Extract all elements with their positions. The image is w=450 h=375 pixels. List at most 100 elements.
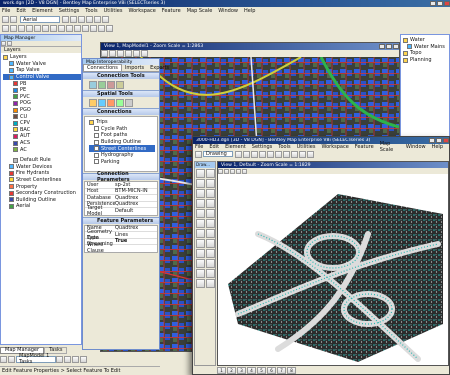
surface-icon[interactable]: [196, 279, 205, 288]
line-style-icon[interactable]: [70, 16, 77, 23]
view-4-button[interactable]: 4: [247, 367, 256, 374]
zoom-out-icon[interactable]: [109, 50, 116, 57]
delete-icon[interactable]: [196, 259, 205, 268]
tree-item-aerial[interactable]: Aerial: [3, 203, 81, 210]
extend-icon[interactable]: [206, 249, 215, 258]
tree-item-control-valve[interactable]: Control Valve: [3, 73, 81, 81]
tree-item-street-centerlines[interactable]: Street Centerlines: [3, 177, 81, 184]
checkbox-icon[interactable]: [94, 132, 99, 138]
menu-help[interactable]: Help: [432, 144, 443, 150]
db-new-icon[interactable]: [98, 80, 106, 89]
fence-icon[interactable]: [89, 98, 97, 107]
copy-element-icon[interactable]: [196, 229, 205, 238]
dimension-icon[interactable]: [206, 209, 215, 218]
snap-icon[interactable]: [82, 25, 89, 32]
model-select[interactable]: MapModel 1 Tasks: [16, 353, 56, 365]
tree-item-topo[interactable]: Topo: [403, 50, 447, 57]
level-dropdown[interactable]: Aerial: [20, 16, 60, 23]
db-connect-icon[interactable]: [89, 80, 97, 89]
menu-tools[interactable]: Tools: [85, 8, 97, 14]
zoom-in-icon[interactable]: [101, 50, 108, 57]
priority-icon[interactable]: [94, 16, 101, 23]
tree-item-cycle-path[interactable]: Cycle Path: [89, 126, 155, 133]
class-icon[interactable]: [102, 16, 109, 23]
tree-item-water-devices[interactable]: Water Devices: [3, 164, 81, 171]
param-value[interactable]: Quadtrex: [115, 225, 138, 231]
move-icon[interactable]: [206, 219, 215, 228]
view-2-button[interactable]: 2: [227, 367, 236, 374]
section-connections[interactable]: Connections: [83, 108, 159, 115]
fit-view-icon[interactable]: [230, 168, 235, 174]
pan-view-icon[interactable]: [141, 50, 148, 57]
tree-item-water[interactable]: Water: [403, 37, 447, 44]
print-icon[interactable]: [26, 25, 33, 32]
menu-edit[interactable]: Edit: [209, 144, 219, 150]
tree-item-building-outline[interactable]: Building Outline: [89, 139, 155, 146]
tree-item-building-outline[interactable]: Building Outline: [3, 196, 81, 203]
tree-item-foot-paths[interactable]: Foot paths: [89, 132, 155, 139]
tree-item-property[interactable]: Property: [3, 183, 81, 190]
db-refresh-icon[interactable]: [116, 80, 124, 89]
tree-item-layers[interactable]: Layers: [3, 54, 81, 61]
attributes-icon[interactable]: [195, 150, 202, 158]
view-toggle-icon[interactable]: [0, 355, 7, 363]
open-file-icon[interactable]: [10, 25, 17, 32]
tree-item-cu[interactable]: CU: [3, 113, 81, 120]
minimize-button[interactable]: [429, 138, 435, 143]
redo-icon[interactable]: [66, 25, 73, 32]
param-value[interactable]: Default: [115, 208, 133, 214]
tree-item-hydrography[interactable]: Hydrography: [89, 152, 155, 159]
minimize-button[interactable]: [379, 44, 385, 49]
point-cloud-canvas[interactable]: [218, 174, 448, 365]
section-spatial-tools[interactable]: Spatial Tools: [83, 90, 159, 97]
view-7-button[interactable]: 7: [277, 367, 286, 374]
tab-connections[interactable]: Connections: [83, 64, 122, 72]
menu-utilities[interactable]: Utilities: [297, 144, 316, 150]
circle-icon[interactable]: [206, 189, 215, 198]
menu-settings[interactable]: Settings: [59, 8, 80, 14]
undo-icon[interactable]: [58, 25, 65, 32]
close-button[interactable]: [443, 138, 449, 143]
param-value[interactable]: Lines: [115, 232, 128, 238]
tab-imports[interactable]: Imports: [122, 65, 147, 71]
view-toggle-icon[interactable]: [72, 355, 79, 363]
measure-icon[interactable]: [196, 219, 205, 228]
tree-item-water-valve[interactable]: Water Valve: [3, 61, 81, 68]
redo-icon[interactable]: [307, 150, 314, 158]
grid-icon[interactable]: [106, 25, 113, 32]
line-weight-icon[interactable]: [251, 150, 258, 158]
menu-feature[interactable]: Feature: [162, 8, 181, 14]
tree-item-parking[interactable]: Parking: [89, 159, 155, 166]
param-value[interactable]: BTM-MICN-IN: [115, 188, 148, 194]
level-icon[interactable]: [10, 16, 17, 23]
mirror-icon[interactable]: [206, 239, 215, 248]
save-icon[interactable]: [18, 25, 25, 32]
tree-item-pb[interactable]: PB: [3, 80, 81, 87]
section-connection-parameters[interactable]: Connection Parameters: [83, 171, 159, 183]
tree-item-pgo[interactable]: PGO: [3, 107, 81, 114]
view-3-button[interactable]: 3: [237, 367, 246, 374]
menu-file[interactable]: File: [2, 8, 10, 14]
close-button[interactable]: [444, 1, 450, 6]
db-remove-icon[interactable]: [107, 80, 115, 89]
save-icon[interactable]: [283, 150, 290, 158]
tree-item-default-rule[interactable]: Default Rule: [3, 157, 81, 164]
transparency-icon[interactable]: [259, 150, 266, 158]
attributes-icon[interactable]: [2, 16, 9, 23]
checkbox-icon[interactable]: [94, 146, 99, 152]
layer-remove-icon[interactable]: [7, 41, 12, 46]
tree-item-pvc[interactable]: PVC: [3, 94, 81, 101]
fit-view-icon[interactable]: [125, 50, 132, 57]
view-toggle-icon[interactable]: [8, 355, 15, 363]
second-titlebar[interactable]: 3000-HD3.dgn [3D - V8 DGN] - Bentley Map…: [193, 137, 449, 144]
select-element-icon[interactable]: [196, 169, 205, 178]
group-icon[interactable]: [206, 259, 215, 268]
new-file-icon[interactable]: [267, 150, 274, 158]
polyline-icon[interactable]: [206, 179, 215, 188]
tree-item-cpv[interactable]: CPV: [3, 120, 81, 127]
commit-icon[interactable]: [116, 98, 124, 107]
menu-settings[interactable]: Settings: [252, 144, 273, 150]
menu-workspace[interactable]: Workspace: [321, 144, 348, 150]
transparency-icon[interactable]: [86, 16, 93, 23]
tree-item-trips[interactable]: Trips: [89, 119, 155, 126]
